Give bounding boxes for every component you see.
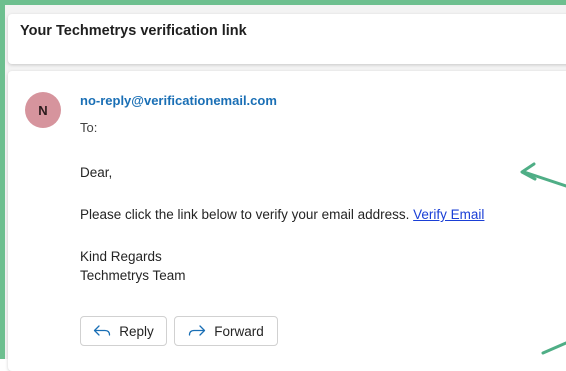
instruction-line: Please click the link below to verify yo…	[80, 207, 484, 222]
subject-header	[8, 14, 566, 64]
email-subject: Your Techmetrys verification link	[20, 23, 247, 39]
avatar-initial: N	[38, 102, 48, 118]
closing-line-2: Techmetrys Team	[80, 268, 186, 283]
forward-icon	[189, 325, 206, 336]
reply-label: Reply	[119, 323, 154, 339]
sender-address[interactable]: no-reply@verificationemail.com	[80, 93, 277, 108]
sender-avatar[interactable]: N	[25, 92, 61, 128]
to-label: To:	[80, 120, 98, 135]
reply-icon	[94, 325, 111, 336]
forward-button[interactable]: Forward	[174, 316, 278, 346]
reply-button[interactable]: Reply	[80, 316, 167, 346]
greeting: Dear,	[80, 165, 113, 180]
forward-label: Forward	[214, 323, 264, 339]
closing-line-1: Kind Regards	[80, 249, 162, 264]
verify-email-link[interactable]: Verify Email	[413, 207, 484, 222]
instruction-text: Please click the link below to verify yo…	[80, 207, 414, 222]
